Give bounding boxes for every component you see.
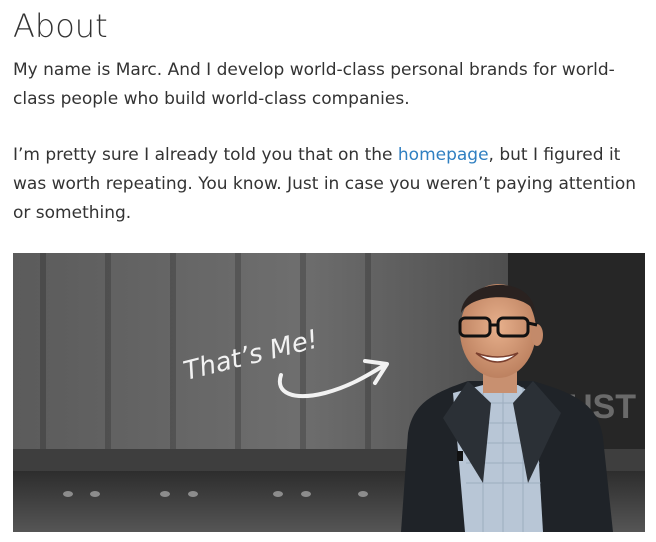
homepage-link[interactable]: homepage — [398, 145, 489, 165]
repeat-paragraph: I’m pretty sure I already told you that … — [13, 141, 645, 228]
profile-photo: UST That’s Me! — [13, 253, 645, 532]
intro-paragraph: My name is Marc. And I develop world-cla… — [13, 60, 615, 109]
page-title: About — [13, 7, 108, 45]
about-page: About My name is Marc. And I develop wor… — [0, 0, 656, 542]
profile-photo-illustration: UST That’s Me! — [13, 253, 645, 532]
paragraph-text-before-link: I’m pretty sure I already told you that … — [13, 145, 398, 165]
